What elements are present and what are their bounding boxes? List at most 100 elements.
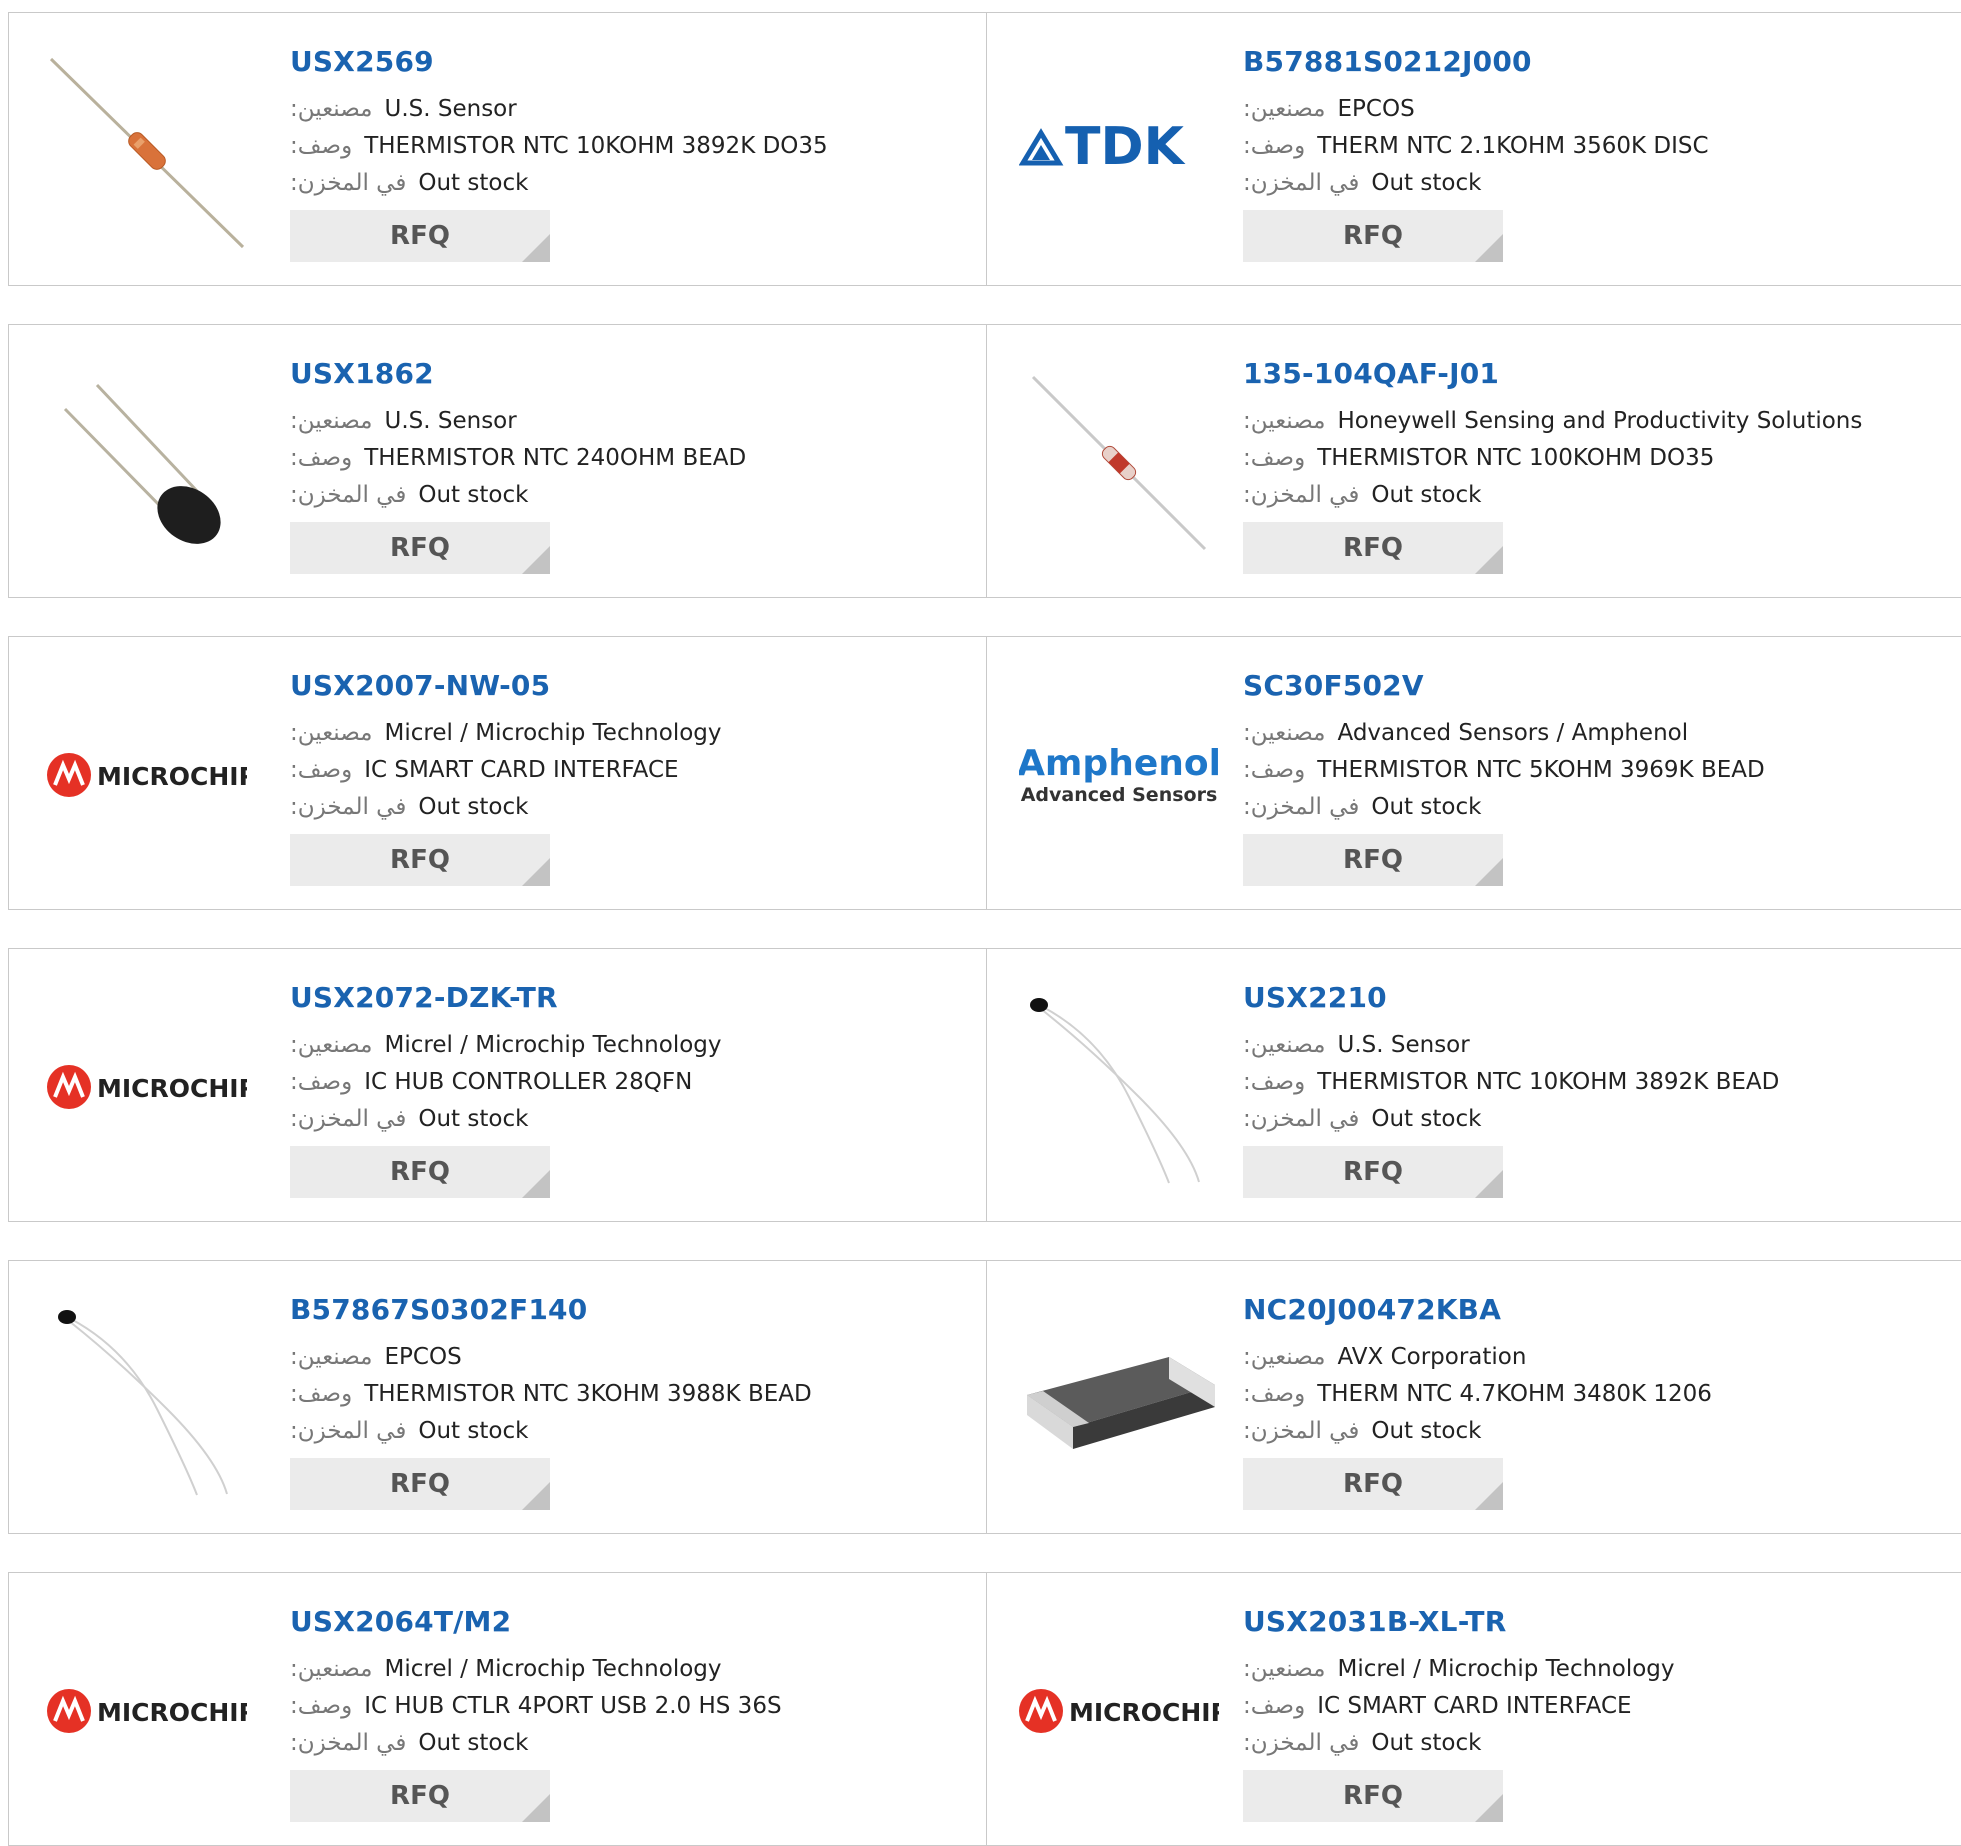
part-number-link[interactable]: USX1862 (290, 357, 746, 391)
product-image[interactable] (47, 363, 247, 563)
product-info: USX1862 :مصنعين U.S. Sensor:وصف THERMISTOR … (290, 357, 746, 574)
manufacturer-label: :مصنعين (1243, 96, 1326, 122)
manufacturer-value: U.S. Sensor (384, 96, 517, 122)
product-info: USX2064T/M2:مصنعين Micrel / Microchip Tec… (290, 1605, 782, 1822)
rfq-label: RFQ (390, 1469, 450, 1499)
product-row: USX2569:مصنعين U.S. Sensor:وصف THERMISTOR … (8, 12, 1961, 286)
corner-triangle-icon (1475, 1482, 1503, 1510)
description-value: THERM NTC 4.7KOHM 3480K 1206 (1317, 1381, 1712, 1407)
product-image[interactable] (1019, 1299, 1219, 1499)
svg-text:MICROCHIP: MICROCHIP (97, 762, 247, 791)
manufacturer-value: Micrel / Microchip Technology (384, 720, 722, 746)
description-value: THERMISTOR NTC 240OHM BEAD (364, 445, 747, 471)
corner-triangle-icon (1475, 1794, 1503, 1822)
manufacturer-label: :مصنعين (290, 408, 373, 434)
product-image[interactable]: MICROCHIP (47, 1611, 247, 1811)
product-image[interactable]: Amphenol Advanced Sensors (1019, 675, 1219, 875)
product-image[interactable] (47, 1299, 247, 1499)
part-number-link[interactable]: USX2064T/M2 (290, 1605, 782, 1639)
manufacturer-line: :مصنعين EPCOS (1243, 91, 1709, 128)
product-card: TDK B57881S0212J000 :مصنعين EPCOS:وصف THERM… (987, 12, 1961, 286)
svg-text:MICROCHIP: MICROCHIP (97, 1698, 247, 1727)
rfq-button[interactable]: RFQ (1243, 1770, 1503, 1822)
part-number-link[interactable]: B57881S0212J000 (1243, 45, 1709, 79)
rfq-button[interactable]: RFQ (290, 210, 550, 262)
part-number-link[interactable]: USX2007-NW-05 (290, 669, 722, 703)
product-image[interactable] (1019, 363, 1219, 563)
part-number-link[interactable]: USX2569 (290, 45, 828, 79)
stock-label: :في المخزن (1243, 794, 1360, 820)
manufacturer-label: :مصنعين (290, 1032, 373, 1058)
manufacturer-label: :مصنعين (1243, 1656, 1326, 1682)
rfq-button[interactable]: RFQ (290, 1146, 550, 1198)
stock-label: :في المخزن (290, 170, 407, 196)
description-label: :وصف (1243, 1069, 1306, 1095)
product-card: MICROCHIP USX2007-NW-05:مصنعين Micrel / M… (8, 636, 987, 910)
stock-value: Out stock (418, 482, 529, 508)
description-line: :وصف THERMISTOR NTC 240OHM BEAD (290, 440, 746, 477)
stock-value: Out stock (418, 1418, 529, 1444)
product-image[interactable]: MICROCHIP (47, 987, 247, 1187)
description-line: :وصف THERM NTC 2.1KOHM 3560K DISC (1243, 128, 1709, 165)
description-label: :وصف (1243, 445, 1306, 471)
rfq-label: RFQ (1343, 1781, 1403, 1811)
product-card: 135-104QAF-J01:مصنعين Honeywell Sensing a… (987, 324, 1961, 598)
rfq-button[interactable]: RFQ (290, 522, 550, 574)
corner-triangle-icon (522, 858, 550, 886)
stock-value: Out stock (418, 1730, 529, 1756)
part-number-link[interactable]: USX2072-DZK-TR (290, 981, 722, 1015)
description-value: IC HUB CONTROLLER 28QFN (364, 1069, 693, 1095)
rfq-label: RFQ (1343, 1157, 1403, 1187)
product-card: B57867S0302F140:مصنعين EPCOS:وصف THERMISTO… (8, 1260, 987, 1534)
rfq-button[interactable]: RFQ (290, 1770, 550, 1822)
description-label: :وصف (1243, 1381, 1306, 1407)
part-number-link[interactable]: 135-104QAF-J01 (1243, 357, 1862, 391)
part-number-link[interactable]: SC30F502V (1243, 669, 1765, 703)
stock-line: :في المخزن Out stock (290, 1101, 722, 1138)
rfq-button[interactable]: RFQ (1243, 1146, 1503, 1198)
manufacturer-line: :مصنعين EPCOS (290, 1339, 812, 1376)
product-row: USX1862:مصنعين U.S. Sensor:وصف THERMISTOR … (8, 324, 1961, 598)
rfq-button[interactable]: RFQ (1243, 834, 1503, 886)
product-card: MICROCHIP USX2031B-XL-TR:مصنعين Micrel / … (987, 1572, 1961, 1846)
product-image[interactable]: MICROCHIP (1019, 1611, 1219, 1811)
part-number-link[interactable]: USX2031B-XL-TR (1243, 1605, 1675, 1639)
manufacturer-label: :مصنعين (290, 1344, 373, 1370)
tdk-logo: TDK (1019, 117, 1186, 177)
microchip-logo: MICROCHIP (47, 1065, 247, 1109)
manufacturer-line: :مصنعين U.S. Sensor (290, 403, 746, 440)
rfq-button[interactable]: RFQ (290, 1458, 550, 1510)
stock-label: :في المخزن (290, 482, 407, 508)
product-image[interactable] (1019, 987, 1219, 1187)
microchip-logo: MICROCHIP (47, 753, 247, 797)
rfq-button[interactable]: RFQ (290, 834, 550, 886)
rfq-button[interactable]: RFQ (1243, 1458, 1503, 1510)
manufacturer-label: :مصنعين (290, 1656, 373, 1682)
product-row: MICROCHIP USX2064T/M2:مصنعين Micrel / Mic… (8, 1572, 1961, 1846)
smd-chip-image (1027, 1357, 1215, 1449)
part-number-link[interactable]: NC20J00472KBA (1243, 1293, 1712, 1327)
product-card: USX1862 :مصنعين U.S. Sensor:وصف THERMISTOR … (8, 324, 987, 598)
stock-label: :في المخزن (290, 1106, 407, 1132)
part-number-link[interactable]: USX2210 (1243, 981, 1779, 1015)
rfq-label: RFQ (1343, 845, 1403, 875)
product-image[interactable]: TDK (1019, 51, 1219, 251)
rfq-button[interactable]: RFQ (1243, 210, 1503, 262)
product-image[interactable] (47, 51, 247, 251)
corner-triangle-icon (1475, 234, 1503, 262)
rfq-label: RFQ (390, 533, 450, 563)
product-row: MICROCHIP USX2007-NW-05:مصنعين Micrel / M… (8, 636, 1961, 910)
part-number-link[interactable]: B57867S0302F140 (290, 1293, 812, 1327)
product-card: USX2569:مصنعين U.S. Sensor:وصف THERMISTOR … (8, 12, 987, 286)
manufacturer-line: :مصنعين U.S. Sensor (1243, 1027, 1779, 1064)
product-image[interactable]: MICROCHIP (47, 675, 247, 875)
description-line: :وصف THERM NTC 4.7KOHM 3480K 1206 (1243, 1376, 1712, 1413)
description-line: :وصف THERMISTOR NTC 5KOHM 3969K BEAD (1243, 752, 1765, 789)
description-label: :وصف (290, 1693, 353, 1719)
stock-label: :في المخزن (1243, 1730, 1360, 1756)
stock-label: :في المخزن (1243, 482, 1360, 508)
stock-line: :في المخزن Out stock (1243, 1413, 1712, 1450)
rfq-button[interactable]: RFQ (1243, 522, 1503, 574)
description-line: :وصف IC SMART CARD INTERFACE (1243, 1688, 1675, 1725)
product-card: MICROCHIP USX2064T/M2:مصنعين Micrel / Mic… (8, 1572, 987, 1846)
